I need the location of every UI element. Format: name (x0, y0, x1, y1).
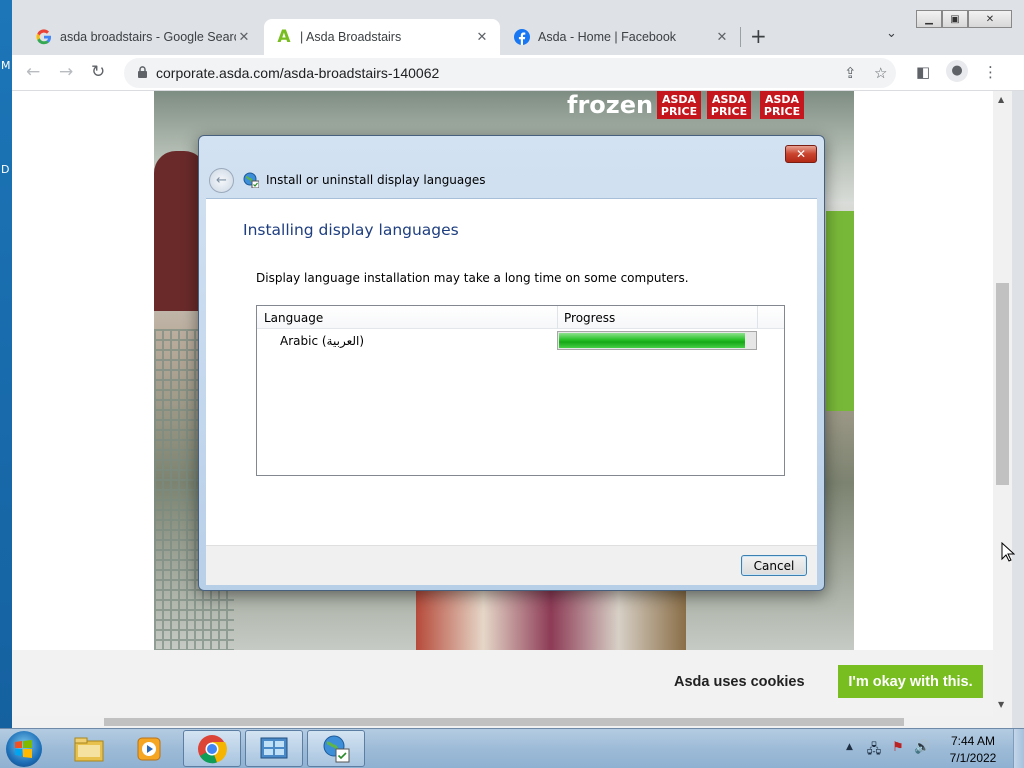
taskbar: ▲ 🖧 ⚑ 🔊 7:44 AM 7/1/2022 (0, 728, 1024, 768)
tab-close-icon[interactable]: ✕ (474, 30, 490, 45)
asda-a-icon: A (277, 27, 291, 47)
tab-facebook[interactable]: Asda - Home | Facebook ✕ (502, 19, 740, 55)
menu-kebab-icon[interactable]: ⋮ (983, 63, 998, 81)
photo-price-sign: ASDA PRICE (657, 91, 701, 119)
url-text: corporate.asda.com/asda-broadstairs-1400… (156, 65, 440, 81)
dialog-footer: Cancel (206, 545, 817, 585)
clock-time: 7:44 AM (950, 734, 996, 748)
bookmark-star-icon[interactable]: ☆ (874, 64, 887, 82)
dialog-description: Display language installation may take a… (256, 271, 689, 285)
reload-icon[interactable]: ↻ (91, 62, 105, 82)
share-icon[interactable]: ⇪ (844, 64, 857, 82)
vertical-scrollbar[interactable]: ▲ ▼ (993, 91, 1012, 728)
explorer-icon[interactable] (60, 730, 118, 767)
vertical-scroll-thumb[interactable] (996, 283, 1009, 485)
horizontal-scroll-thumb[interactable] (104, 718, 904, 726)
tab-search-chevron-icon[interactable]: ⌄ (886, 26, 897, 41)
tab-close-icon[interactable]: ✕ (714, 30, 730, 45)
forward-arrow-icon[interactable]: → (59, 62, 73, 82)
desktop-icon-label-fragment: D (1, 163, 10, 176)
dialog-title: Install or uninstall display languages (266, 173, 486, 187)
horizontal-scrollbar[interactable] (12, 716, 993, 728)
language-install-dialog: ✕ ← Install or uninstall display languag… (198, 135, 825, 591)
column-divider (757, 306, 758, 329)
show-desktop-button[interactable] (1013, 729, 1024, 768)
tab-title: Asda - Home | Facebook (538, 30, 677, 44)
install-progress-bar (557, 331, 757, 350)
scroll-up-arrow-icon[interactable]: ▲ (998, 95, 1004, 104)
facebook-f-icon (514, 29, 530, 45)
dialog-heading: Installing display languages (243, 221, 459, 239)
new-tab-button[interactable]: + (750, 24, 767, 48)
side-panel-icon[interactable]: ◧ (916, 63, 930, 81)
photo-goods (416, 581, 686, 651)
tray-expand-arrow-icon[interactable]: ▲ (846, 742, 853, 752)
profile-avatar-icon[interactable]: ● (946, 60, 968, 82)
mouse-cursor-icon (1001, 542, 1015, 562)
language-list-view[interactable]: Language Progress Arabic (العربية) (256, 305, 785, 476)
lock-icon (138, 66, 147, 78)
desktop-edge: M D (0, 0, 12, 728)
tab-close-icon[interactable]: ✕ (236, 30, 252, 45)
window-controls: ▁ ▣ ✕ (916, 10, 1012, 28)
control-panel-icon[interactable] (245, 730, 303, 767)
tab-separator (740, 27, 741, 47)
tab-title: | Asda Broadstairs (300, 30, 402, 44)
back-arrow-icon[interactable]: ← (209, 168, 234, 193)
photo-price-sign: ASDA PRICE (760, 91, 804, 119)
chrome-icon[interactable] (183, 730, 241, 767)
column-divider (557, 306, 558, 329)
back-arrow-icon[interactable]: ← (26, 62, 40, 82)
cancel-button[interactable]: Cancel (741, 555, 807, 576)
media-player-icon[interactable] (120, 730, 178, 767)
language-installer-icon[interactable] (307, 730, 365, 767)
minimize-button[interactable]: ▁ (916, 10, 942, 28)
language-globe-icon (243, 172, 259, 188)
window-close-button[interactable]: ✕ (968, 10, 1012, 28)
dialog-body: Installing display languages Display lan… (206, 198, 817, 545)
network-icon[interactable]: 🖧 (866, 740, 882, 757)
tab-google-search[interactable]: asda broadstairs - Google Search ✕ (24, 19, 262, 55)
volume-icon[interactable]: 🔊 (914, 740, 930, 756)
language-row-name: Arabic (العربية) (280, 334, 365, 348)
install-progress-fill (559, 333, 745, 348)
tab-title: asda broadstairs - Google Search (60, 30, 236, 44)
tab-asda-broadstairs[interactable]: A | Asda Broadstairs ✕ (264, 19, 500, 55)
dialog-close-button[interactable]: ✕ (785, 145, 817, 163)
windows-logo-icon (15, 740, 32, 758)
cookie-message: Asda uses cookies (674, 674, 805, 690)
photo-price-sign: ASDA PRICE (707, 91, 751, 119)
tab-strip: asda broadstairs - Google Search ✕ A | A… (12, 0, 1024, 55)
column-header-language[interactable]: Language (264, 311, 323, 325)
clock-date: 7/1/2022 (949, 751, 997, 765)
cookie-banner: Asda uses cookies I'm okay with this. (12, 650, 993, 716)
list-header: Language Progress (257, 306, 784, 329)
accept-cookies-button[interactable]: I'm okay with this. (838, 665, 983, 698)
desktop-icon-label-fragment: M (1, 59, 11, 72)
address-bar[interactable]: corporate.asda.com/asda-broadstairs-1400… (124, 58, 896, 88)
action-center-flag-icon[interactable]: ⚑ (890, 740, 906, 756)
start-button[interactable] (6, 731, 42, 767)
taskbar-clock[interactable]: 7:44 AM 7/1/2022 (940, 733, 1006, 767)
photo-green-shelf (826, 211, 854, 411)
column-header-progress[interactable]: Progress (564, 311, 615, 325)
maximize-button[interactable]: ▣ (942, 10, 968, 28)
google-g-icon (36, 29, 52, 45)
scroll-down-arrow-icon[interactable]: ▼ (998, 700, 1004, 709)
browser-toolbar: ← → ↻ corporate.asda.com/asda-broadstair… (12, 55, 1024, 91)
